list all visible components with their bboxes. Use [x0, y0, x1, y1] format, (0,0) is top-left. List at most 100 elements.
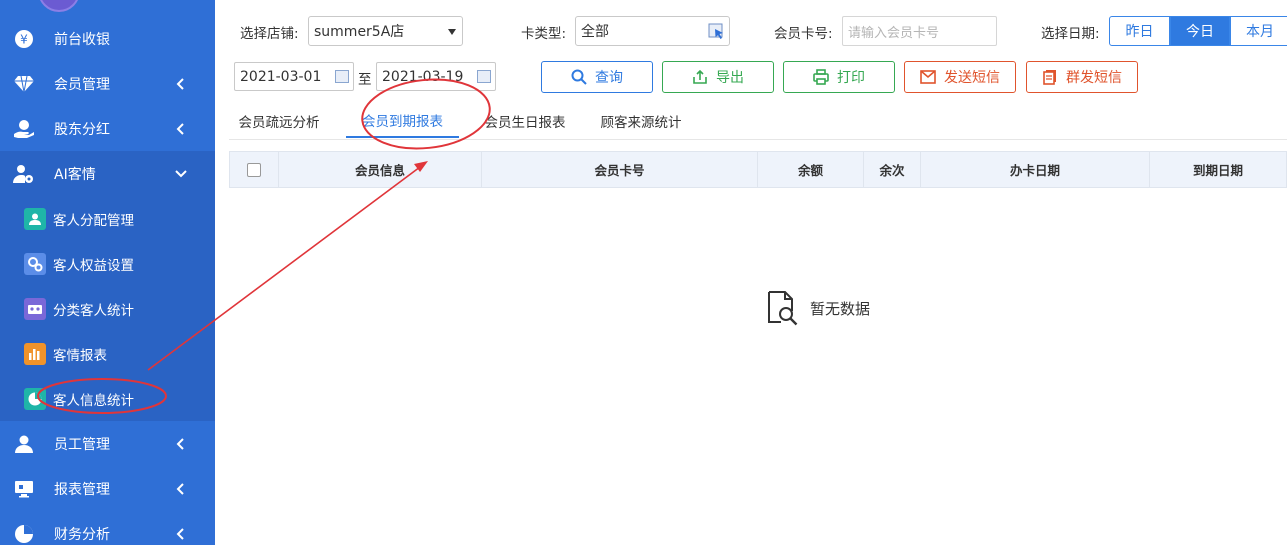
store-label: 选择店铺:: [240, 26, 299, 42]
empty-state-text: 暂无数据: [810, 299, 871, 318]
printer-icon: [813, 69, 829, 85]
date-label: 选择日期:: [1041, 26, 1100, 42]
export-button-label: 导出: [716, 70, 744, 86]
calendar-icon[interactable]: [335, 70, 349, 83]
sidebar-item-cashier[interactable]: ¥ 前台收银: [0, 16, 215, 61]
chevron-left-icon: [176, 122, 184, 135]
avatar[interactable]: [38, 0, 80, 12]
search-icon: [571, 69, 587, 85]
sidebar-subitem-label: 客人信息统计: [53, 392, 134, 409]
to-label: 至: [358, 72, 372, 88]
card-type-label: 卡类型:: [521, 26, 567, 42]
group-icon: [24, 297, 46, 320]
column-header[interactable]: 办卡日期: [921, 152, 1150, 187]
bar-chart-icon: [24, 342, 46, 365]
sidebar-item-ai-client[interactable]: AI客情: [0, 151, 215, 196]
person-card-icon: [24, 207, 46, 230]
column-header[interactable]: 到期日期: [1150, 152, 1286, 187]
cursor-select-icon: [708, 23, 723, 39]
chevron-left-icon: [176, 437, 184, 450]
search-document-icon: [768, 291, 798, 326]
pie-chart-icon: [13, 523, 35, 545]
end-date-input[interactable]: 2021-03-19: [376, 62, 496, 91]
sidebar-subitem-label: 客人分配管理: [53, 212, 134, 229]
sidebar: ¥ 前台收银 会员管理 股东分红 AI客情 客人分配管理 客人权益设置 分类客人…: [0, 0, 215, 545]
user-settings-icon: [13, 163, 35, 185]
send-sms-button[interactable]: 发送短信: [904, 61, 1016, 93]
sidebar-subitem-label: 客情报表: [53, 347, 107, 364]
bulk-sms-button-label: 群发短信: [1066, 70, 1122, 86]
tab-divider: [229, 139, 1287, 140]
card-no-input[interactable]: 请输入会员卡号: [842, 16, 997, 46]
sidebar-subitem-category-stats[interactable]: 分类客人统计: [0, 286, 215, 331]
sidebar-item-label: 股东分红: [54, 121, 110, 138]
svg-text:¥: ¥: [20, 32, 28, 46]
card-no-placeholder: 请输入会员卡号: [848, 25, 940, 41]
date-option-today[interactable]: 今日: [1170, 16, 1230, 46]
documents-icon: [1043, 70, 1056, 85]
sidebar-item-label: 前台收银: [54, 31, 110, 48]
sidebar-item-label: 报表管理: [54, 481, 110, 498]
sidebar-subitem-client-info-stats[interactable]: 客人信息统计: [0, 376, 215, 421]
print-button-label: 打印: [837, 70, 865, 86]
calendar-icon[interactable]: [477, 70, 491, 83]
card-type-select[interactable]: 全部: [575, 16, 730, 46]
sidebar-item-label: 员工管理: [54, 436, 110, 453]
table-header: 会员信息 会员卡号 余额 余次 办卡日期 到期日期: [229, 151, 1287, 188]
query-button-label: 查询: [595, 70, 623, 86]
export-icon: [693, 69, 707, 84]
sidebar-item-label: 财务分析: [54, 526, 110, 543]
column-header[interactable]: 余次: [864, 152, 921, 187]
gears-icon: [24, 252, 46, 275]
bulk-sms-button[interactable]: 群发短信: [1026, 61, 1138, 93]
tab-member-expiry[interactable]: 会员到期报表: [346, 104, 459, 138]
chevron-down-icon: [175, 169, 187, 177]
sidebar-item-finance[interactable]: 财务分析: [0, 511, 215, 545]
empty-state: 暂无数据: [766, 290, 870, 326]
sidebar-subitem-label: 分类客人统计: [53, 302, 134, 319]
column-header[interactable]: 余额: [758, 152, 864, 187]
column-header[interactable]: 会员信息: [279, 152, 482, 187]
print-button[interactable]: 打印: [783, 61, 895, 93]
sidebar-item-dividends[interactable]: 股东分红: [0, 106, 215, 151]
pie-icon: [24, 387, 46, 410]
diamond-icon: [13, 73, 35, 95]
export-button[interactable]: 导出: [662, 61, 774, 93]
sidebar-item-members[interactable]: 会员管理: [0, 61, 215, 106]
chevron-left-icon: [176, 482, 184, 495]
date-option-yesterday[interactable]: 昨日: [1109, 16, 1170, 46]
query-button[interactable]: 查询: [541, 61, 653, 93]
chevron-left-icon: [176, 527, 184, 540]
mail-icon: [920, 70, 936, 84]
sidebar-subitem-client-assignment[interactable]: 客人分配管理: [0, 196, 215, 241]
date-option-month[interactable]: 本月: [1230, 16, 1287, 46]
monitor-icon: [13, 478, 35, 500]
sidebar-item-label: AI客情: [54, 166, 96, 183]
tab-customer-source[interactable]: 顾客来源统计: [591, 104, 691, 138]
sidebar-subitem-client-report[interactable]: 客情报表: [0, 331, 215, 376]
start-date-value: 2021-03-01: [240, 68, 322, 85]
select-all-cell: [230, 152, 279, 187]
start-date-input[interactable]: 2021-03-01: [234, 62, 354, 91]
store-select-value: summer5A店: [314, 24, 405, 40]
sidebar-item-staff[interactable]: 员工管理: [0, 421, 215, 466]
tab-member-distance[interactable]: 会员疏远分析: [229, 104, 329, 138]
caret-down-icon: [448, 29, 456, 35]
select-all-checkbox[interactable]: [247, 162, 261, 177]
end-date-value: 2021-03-19: [382, 68, 464, 85]
sidebar-subitem-client-benefits[interactable]: 客人权益设置: [0, 241, 215, 286]
user-icon: [13, 433, 35, 455]
chevron-left-icon: [176, 77, 184, 90]
hand-coin-icon: [13, 118, 35, 140]
column-header[interactable]: 会员卡号: [482, 152, 758, 187]
sidebar-subitem-label: 客人权益设置: [53, 257, 134, 274]
card-type-value: 全部: [581, 24, 609, 40]
yen-coin-icon: ¥: [13, 28, 35, 50]
card-no-label: 会员卡号:: [774, 26, 833, 42]
main-content: 选择店铺: summer5A店 卡类型: 全部 会员卡号: 请输入会员卡号 选择…: [215, 0, 1287, 545]
tab-member-birthday[interactable]: 会员生日报表: [475, 104, 575, 138]
sidebar-item-reports[interactable]: 报表管理: [0, 466, 215, 511]
store-select[interactable]: summer5A店: [308, 16, 463, 46]
send-sms-button-label: 发送短信: [944, 70, 1000, 86]
sidebar-item-label: 会员管理: [54, 76, 110, 93]
